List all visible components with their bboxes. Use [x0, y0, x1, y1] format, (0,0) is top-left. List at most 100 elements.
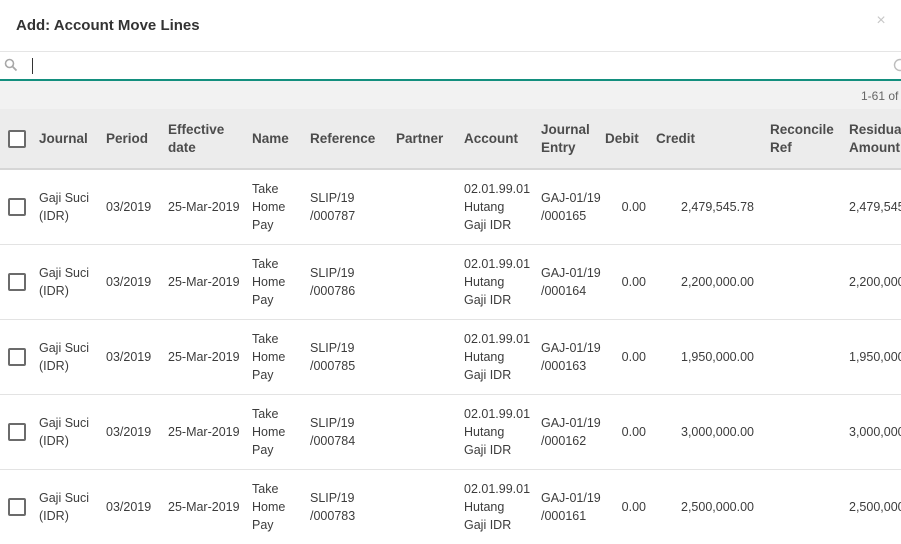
column-header-reference[interactable]: Reference [306, 109, 392, 170]
row-checkbox[interactable] [8, 197, 26, 216]
clear-icon[interactable] [893, 58, 901, 72]
cell-text: 0.00 [621, 349, 646, 364]
cell-text: 03/2019 [106, 424, 152, 439]
row-checkbox[interactable] [8, 347, 26, 366]
cell-credit: 1,950,000.00 [650, 319, 766, 395]
cell-text: /000785 [310, 358, 356, 373]
column-header-text: date [168, 139, 196, 155]
cell-text: Gaji IDR [464, 367, 512, 382]
column-header-effective-date[interactable]: Effective date [164, 109, 248, 170]
cell-partner [392, 394, 460, 470]
cell-text: 2,200,000.00 [849, 274, 901, 289]
cell-reference: SLIP/19 /000787 [306, 169, 392, 245]
cell-partner [392, 169, 460, 245]
cell-text: Home [252, 499, 286, 514]
cell-text: 2,500,000.00 [681, 499, 754, 514]
cell-journal: Gaji Suci (IDR) [35, 469, 102, 544]
cell-period: 03/2019 [102, 469, 164, 544]
cell-text: Take [252, 256, 279, 271]
cell-debit: 0.00 [601, 244, 650, 320]
cell-text: Home [252, 424, 286, 439]
cell-text: 02.01.99.01 [464, 331, 531, 346]
row-select-cell [0, 394, 35, 470]
cell-effective-date: 25-Mar-2019 [164, 394, 248, 470]
select-all-checkbox[interactable] [8, 129, 26, 148]
column-header-account[interactable]: Account [460, 109, 537, 170]
cell-credit: 2,200,000.00 [650, 244, 766, 320]
table-row[interactable]: Gaji Suci (IDR) 03/2019 25-Mar-2019 Take… [0, 394, 901, 470]
cell-account: 02.01.99.01 Hutang Gaji IDR [460, 169, 537, 245]
cell-partner [392, 244, 460, 320]
cell-text: GAJ-01/19 [541, 265, 601, 280]
cell-text: 0.00 [621, 199, 646, 214]
row-checkbox[interactable] [8, 272, 26, 291]
cell-debit: 0.00 [601, 319, 650, 395]
cell-text: 25-Mar-2019 [168, 424, 240, 439]
cell-text: 02.01.99.01 [464, 181, 531, 196]
cell-text: Take [252, 331, 279, 346]
cell-reconcile-ref [766, 319, 845, 395]
column-header-journal-entry[interactable]: Journal Entry [537, 109, 601, 170]
table-row[interactable]: Gaji Suci (IDR) 03/2019 25-Mar-2019 Take… [0, 319, 901, 395]
cell-text: SLIP/19 [310, 340, 355, 355]
select-all-cell [0, 109, 35, 170]
cell-text: GAJ-01/19 [541, 415, 601, 430]
cell-text: Pay [252, 517, 274, 532]
cell-text: Hutang [464, 424, 505, 439]
cell-text: 0.00 [621, 499, 646, 514]
cell-account: 02.01.99.01 Hutang Gaji IDR [460, 394, 537, 470]
cell-effective-date: 25-Mar-2019 [164, 244, 248, 320]
cell-text: 25-Mar-2019 [168, 274, 240, 289]
column-header-text: Residual [849, 121, 901, 137]
cell-text: 02.01.99.01 [464, 406, 531, 421]
cell-text: Gaji IDR [464, 517, 512, 532]
cell-text: GAJ-01/19 [541, 490, 601, 505]
column-header-partner[interactable]: Partner [392, 109, 460, 170]
column-header-residual-amount[interactable]: Residual Amount [845, 109, 901, 170]
cell-debit: 0.00 [601, 169, 650, 245]
cell-reconcile-ref [766, 469, 845, 544]
cell-text: Gaji Suci [39, 265, 90, 280]
cell-text: SLIP/19 [310, 265, 355, 280]
cell-residual-amount: 1,950,000.00 [845, 319, 901, 395]
cell-text: 2,500,000.00 [849, 499, 901, 514]
cell-text: Gaji IDR [464, 217, 512, 232]
pager-value[interactable]: 1-61 of [861, 89, 898, 103]
column-header-credit[interactable]: Credit [650, 109, 766, 170]
search-input[interactable] [30, 56, 886, 76]
pager-bar: 1-61 of [0, 81, 901, 109]
column-header-debit[interactable]: Debit [601, 109, 650, 170]
cell-journal-entry: GAJ-01/19 /000162 [537, 394, 601, 470]
table-header-row: Journal Period Effective date Name Refer… [0, 109, 901, 170]
cell-text: /000784 [310, 433, 356, 448]
add-account-move-lines-dialog: Add: Account Move Lines × 1-61 of Journa… [0, 0, 901, 544]
column-header-reconcile-ref[interactable]: Reconcile Ref [766, 109, 845, 170]
column-header-name[interactable]: Name [248, 109, 306, 170]
cell-text: /000162 [541, 433, 587, 448]
column-header-period[interactable]: Period [102, 109, 164, 170]
cell-text: /000786 [310, 283, 356, 298]
cell-reference: SLIP/19 /000784 [306, 394, 392, 470]
close-icon[interactable]: × [873, 12, 889, 30]
cell-reference: SLIP/19 /000785 [306, 319, 392, 395]
cell-journal: Gaji Suci (IDR) [35, 394, 102, 470]
cell-text: Home [252, 349, 286, 364]
row-checkbox[interactable] [8, 497, 26, 516]
cell-text: (IDR) [39, 508, 69, 523]
column-header-journal[interactable]: Journal [35, 109, 102, 170]
cell-text: Take [252, 181, 279, 196]
row-checkbox[interactable] [8, 422, 26, 441]
cell-text: 25-Mar-2019 [168, 499, 240, 514]
cell-effective-date: 25-Mar-2019 [164, 469, 248, 544]
cell-text: 2,200,000.00 [681, 274, 754, 289]
table-row[interactable]: Gaji Suci (IDR) 03/2019 25-Mar-2019 Take… [0, 244, 901, 320]
dialog-header: Add: Account Move Lines × [0, 0, 901, 52]
cell-text: Gaji IDR [464, 442, 512, 457]
cell-name: Take Home Pay [248, 244, 306, 320]
cell-journal: Gaji Suci (IDR) [35, 169, 102, 245]
table-row[interactable]: Gaji Suci (IDR) 03/2019 25-Mar-2019 Take… [0, 169, 901, 245]
cell-text: /000165 [541, 208, 587, 223]
cell-text: 1,950,000.00 [681, 349, 754, 364]
table-row[interactable]: Gaji Suci (IDR) 03/2019 25-Mar-2019 Take… [0, 469, 901, 544]
cell-text: Take [252, 481, 279, 496]
